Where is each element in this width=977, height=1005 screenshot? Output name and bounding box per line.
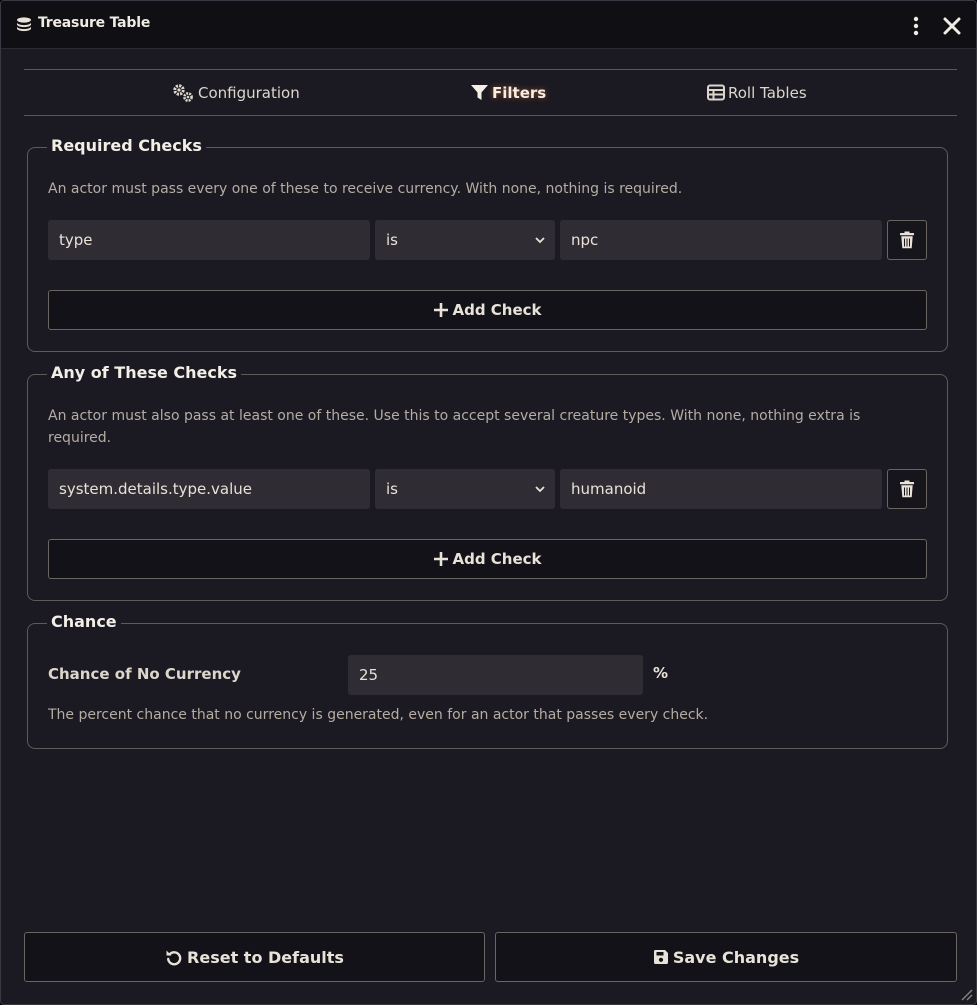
save-label: Save Changes — [672, 947, 800, 967]
trash-icon — [900, 231, 914, 249]
tab-filters[interactable]: Filters — [470, 70, 546, 115]
reset-label: Reset to Defaults — [187, 947, 344, 967]
close-icon[interactable] — [941, 15, 963, 37]
add-check-label: Add Check — [452, 550, 542, 568]
tab-roll-tables-label: Roll Tables — [728, 83, 807, 102]
check-operator-value: is — [386, 231, 398, 249]
tab-roll-tables[interactable]: Roll Tables — [707, 70, 807, 115]
check-value-input[interactable]: npc — [560, 220, 882, 260]
coins-icon — [17, 17, 31, 32]
check-path-input[interactable]: type — [48, 220, 370, 260]
undo-icon — [166, 950, 182, 966]
chance-input[interactable]: 25 — [348, 655, 643, 695]
any-checks-hint-line1: An actor must also pass at least one of … — [48, 408, 861, 424]
chance-hint: The percent chance that no currency is g… — [48, 707, 709, 723]
save-changes-button[interactable]: Save Changes — [495, 932, 957, 982]
tab-filters-label: Filters — [492, 83, 547, 102]
trash-icon — [900, 480, 914, 498]
table-icon — [707, 84, 725, 101]
plus-icon — [434, 303, 449, 317]
delete-check-button[interactable] — [887, 469, 927, 509]
save-icon — [653, 950, 668, 964]
required-checks-title: Required Checks — [47, 136, 206, 155]
check-path-input[interactable]: system.details.type.value — [48, 469, 370, 509]
add-required-check-button[interactable]: Add Check — [48, 290, 927, 330]
more-options-icon[interactable] — [906, 15, 926, 37]
check-operator-select[interactable]: is — [375, 469, 555, 509]
percent-unit: % — [653, 664, 669, 682]
reset-to-defaults-button[interactable]: Reset to Defaults — [24, 932, 485, 982]
chance-title: Chance — [47, 612, 121, 631]
tab-configuration-label: Configuration — [198, 83, 300, 102]
tab-bar: Configuration Filters Roll Tables — [24, 69, 957, 116]
filter-icon — [471, 84, 488, 100]
add-check-label: Add Check — [452, 301, 542, 319]
check-operator-value: is — [386, 480, 398, 498]
required-checks-group: Required Checks An actor must pass every… — [27, 136, 948, 352]
chevron-down-icon — [535, 237, 545, 244]
any-checks-title: Any of These Checks — [47, 363, 242, 382]
chance-of-no-currency-label: Chance of No Currency — [48, 665, 241, 683]
any-checks-group: Any of These Checks An actor must also p… — [27, 363, 948, 601]
check-operator-select[interactable]: is — [375, 220, 555, 260]
tab-configuration[interactable]: Configuration — [172, 70, 300, 115]
required-checks-hint: An actor must pass every one of these to… — [48, 181, 683, 197]
title-bar[interactable]: Treasure Table — [1, 1, 976, 49]
window-title: Treasure Table — [38, 15, 151, 31]
cogs-icon — [173, 83, 193, 102]
chance-group: Chance Chance of No Currency 25 % The pe… — [27, 612, 948, 749]
add-any-check-button[interactable]: Add Check — [48, 539, 927, 579]
delete-check-button[interactable] — [887, 220, 927, 260]
treasure-table-window: Treasure Table Configuration Filters Rol… — [0, 0, 977, 1005]
any-checks-hint-line2: required. — [48, 430, 112, 446]
check-value-input[interactable]: humanoid — [560, 469, 882, 509]
chevron-down-icon — [535, 486, 545, 493]
resize-handle-icon[interactable] — [959, 987, 973, 1001]
plus-icon — [434, 552, 449, 566]
